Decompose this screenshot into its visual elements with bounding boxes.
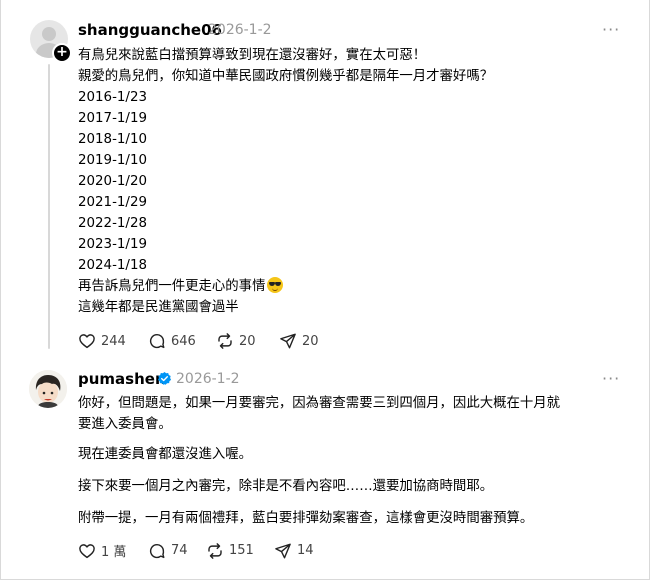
like-count: 1 萬 [101,545,127,560]
like-button[interactable]: 244 [78,332,148,350]
send-icon [280,333,296,349]
repost-icon [208,542,222,559]
post1-more-icon[interactable]: ··· [602,20,620,39]
post1-line: 有鳥兒來說藍白擋預算導致到現在還沒審好，實在太可惡！ [78,48,427,63]
share-button[interactable]: 14 [274,542,314,560]
post1-line: 2019-1/10 [78,153,147,168]
post1-line: 再告訴鳥兒們一件更走心的事情 [78,279,266,294]
follow-plus-icon[interactable]: + [52,43,72,63]
avatar-placeholder-head [42,27,56,41]
comment-count: 74 [171,543,188,558]
comment-button[interactable]: 646 [148,332,216,350]
post2-date[interactable]: 2026-1-2 [176,371,240,387]
share-button[interactable]: 20 [279,332,319,350]
post1-line: 2017-1/19 [78,111,147,126]
post2-paragraph: 附帶一提，一月有兩個禮拜，藍白要排彈劾案審查，這樣會更沒時間審預算。 [78,511,534,526]
post1-line: 2021-1/29 [78,195,147,210]
thread-connector-line [48,64,50,349]
heart-icon [79,334,95,349]
like-button[interactable]: 1 萬 [78,541,148,560]
post1-line: 2022-1/28 [78,216,147,231]
post1-username[interactable]: shangguanche06 [78,21,222,39]
comment-button[interactable]: 74 [148,542,206,560]
post1-line: 2018-1/10 [78,132,147,147]
like-count: 244 [101,333,126,349]
comment-icon [149,543,165,558]
post1-date[interactable]: 2026-1-2 [208,22,272,38]
repost-icon [218,333,232,349]
share-count: 14 [297,543,314,558]
post1-line: 2016-1/23 [78,90,147,105]
post1-line: 2024-1/18 [78,258,147,273]
repost-button[interactable]: 151 [206,542,274,560]
post1-line: 親愛的鳥兒們，你知道中華民國政府慣例幾乎都是隔年一月才審好嗎？ [78,69,494,84]
post2-more-icon[interactable]: ··· [602,369,620,388]
share-count: 20 [302,333,319,349]
heart-icon [79,543,95,558]
comment-count: 646 [171,333,196,349]
post2-actions: 1 萬 74 151 14 [78,541,314,560]
post1-line: 2020-1/20 [78,174,147,189]
repost-count: 20 [239,333,256,349]
avatar-illustration [29,370,67,408]
avatar[interactable] [29,370,67,408]
post2-username[interactable]: pumashen [78,370,166,388]
post2-paragraph-line: 要進入委員會。 [78,417,172,432]
repost-count: 151 [229,543,254,558]
post1-actions: 244 646 20 20 [78,332,319,350]
smiling-face-with-sunglasses-icon [267,277,284,293]
post2-paragraph: 接下來要一個月之內審完，除非是不看內容吧……還要加協商時間耶。 [78,479,494,494]
post1-line: 這幾年都是民進黨國會過半 [78,300,239,315]
post1-line: 2023-1/19 [78,237,147,252]
post2-paragraph-line: 你好，但問題是，如果一月要審完，因為審查需要三到四個月，因此大概在十月就 [78,396,561,411]
post1-line-with-emoji: 再告訴鳥兒們一件更走心的事情 [78,276,284,297]
comment-icon [149,333,165,349]
repost-button[interactable]: 20 [216,332,279,350]
post2-paragraph: 現在連委員會都還沒進入喔。 [78,447,253,462]
send-icon [275,543,291,558]
verified-badge-icon [157,371,172,385]
